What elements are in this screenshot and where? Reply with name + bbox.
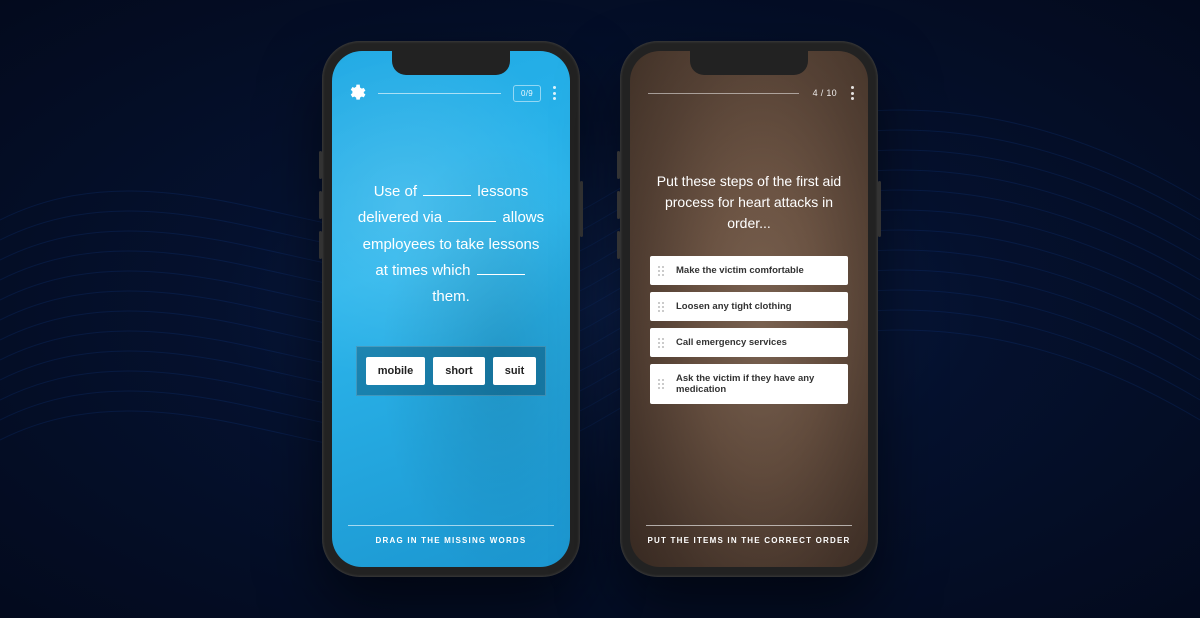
- instruction-text: PUT THE ITEMS IN THE CORRECT ORDER: [646, 536, 852, 545]
- footer-divider: [646, 525, 852, 526]
- blank-slot[interactable]: [423, 183, 471, 197]
- footer-divider: [348, 525, 554, 526]
- drag-handle-icon[interactable]: [658, 338, 668, 348]
- instruction-text: DRAG IN THE MISSING WORDS: [348, 536, 554, 545]
- order-item[interactable]: Call emergency services: [650, 328, 848, 357]
- drag-handle-icon[interactable]: [658, 379, 668, 389]
- cloze-text: them.: [432, 288, 470, 305]
- word-chip[interactable]: mobile: [366, 357, 425, 385]
- order-list: Make the victim comfortable Loosen any t…: [650, 256, 848, 404]
- drag-handle-icon[interactable]: [658, 266, 668, 276]
- phone-right-screen: 4 / 10 Put these steps of the first aid …: [630, 51, 868, 567]
- cloze-text: Use of: [374, 183, 422, 200]
- phone-left: 0/9 Use of lessons delivered via allows …: [322, 41, 580, 577]
- word-chip[interactable]: short: [433, 357, 485, 385]
- phone-left-screen: 0/9 Use of lessons delivered via allows …: [332, 51, 570, 567]
- order-item-label: Loosen any tight clothing: [676, 301, 792, 312]
- order-item-label: Ask the victim if they have any medicati…: [676, 373, 838, 395]
- order-item-label: Call emergency services: [676, 337, 787, 348]
- phone-right: 4 / 10 Put these steps of the first aid …: [620, 41, 878, 577]
- word-bank: mobile short suit: [356, 346, 546, 396]
- phone-notch: [392, 51, 510, 75]
- drag-handle-icon[interactable]: [658, 302, 668, 312]
- lesson-body: Use of lessons delivered via allows empl…: [332, 51, 570, 567]
- stage: 0/9 Use of lessons delivered via allows …: [0, 0, 1200, 618]
- lesson-body: Put these steps of the first aid process…: [630, 51, 868, 567]
- cloze-sentence: Use of lessons delivered via allows empl…: [356, 179, 546, 310]
- word-chip[interactable]: suit: [493, 357, 537, 385]
- phone-notch: [690, 51, 808, 75]
- question-prompt: Put these steps of the first aid process…: [650, 171, 848, 234]
- order-item[interactable]: Make the victim comfortable: [650, 256, 848, 285]
- order-item-label: Make the victim comfortable: [676, 265, 804, 276]
- footer: PUT THE ITEMS IN THE CORRECT ORDER: [646, 525, 852, 545]
- order-item[interactable]: Ask the victim if they have any medicati…: [650, 364, 848, 404]
- blank-slot[interactable]: [477, 261, 525, 275]
- blank-slot[interactable]: [448, 209, 496, 223]
- order-item[interactable]: Loosen any tight clothing: [650, 292, 848, 321]
- footer: DRAG IN THE MISSING WORDS: [348, 525, 554, 545]
